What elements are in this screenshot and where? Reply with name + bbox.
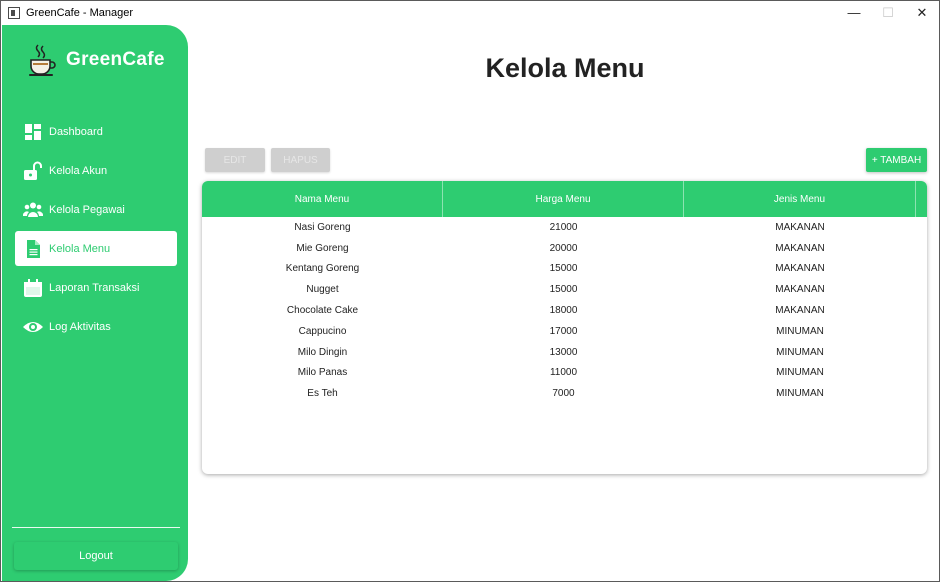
table-header: Nama Menu Harga Menu Jenis Menu xyxy=(202,181,927,217)
column-header-jenis-menu[interactable]: Jenis Menu xyxy=(684,181,916,217)
sidebar-item-dashboard[interactable]: Dashboard xyxy=(15,114,177,149)
table-row[interactable]: Cappucino 17000 MINUMAN xyxy=(202,321,927,342)
cell-harga-menu: 15000 xyxy=(549,284,578,296)
cell-jenis-menu: MAKANAN xyxy=(775,221,825,233)
cell-jenis-menu: MINUMAN xyxy=(776,346,824,358)
logout-button[interactable]: Logout xyxy=(14,542,178,570)
app-icon xyxy=(8,6,20,19)
cell-nama-menu: Chocolate Cake xyxy=(286,305,359,317)
column-header-nama-menu[interactable]: Nama Menu xyxy=(202,181,443,217)
brand-name: GreenCafe xyxy=(66,49,165,70)
cell-jenis-menu: MAKANAN xyxy=(775,284,825,296)
table-row[interactable]: Nugget 15000 MAKANAN xyxy=(202,279,927,300)
cell-nama-menu: Es Teh xyxy=(307,388,338,400)
minimize-button[interactable]: — xyxy=(837,1,871,24)
cell-nama-menu: Mie Goreng xyxy=(296,242,349,254)
sidebar-item-label: Dashboard xyxy=(49,125,103,138)
eye-icon xyxy=(23,317,43,337)
cell-harga-menu: 7000 xyxy=(552,388,575,400)
sidebar-item-laporan-transaksi[interactable]: Laporan Transaksi xyxy=(15,270,177,305)
cell-jenis-menu: MAKANAN xyxy=(775,305,825,317)
sidebar-item-kelola-pegawai[interactable]: Kelola Pegawai xyxy=(15,192,177,227)
sidebar-item-label: Kelola Akun xyxy=(49,164,108,177)
cell-harga-menu: 11000 xyxy=(549,367,578,379)
sidebar-item-label: Laporan Transaksi xyxy=(49,281,140,294)
table-row[interactable]: Nasi Goreng 21000 MAKANAN xyxy=(202,217,927,238)
cell-harga-menu: 20000 xyxy=(549,242,578,254)
cell-jenis-menu: MINUMAN xyxy=(776,325,824,337)
cell-harga-menu: 18000 xyxy=(549,305,578,317)
cell-jenis-menu: MINUMAN xyxy=(776,367,824,379)
sidebar-item-kelola-menu[interactable]: Kelola Menu xyxy=(15,231,177,266)
table-row[interactable]: Mie Goreng 20000 MAKANAN xyxy=(202,238,927,259)
dashboard-icon xyxy=(23,122,43,142)
add-button[interactable]: + TAMBAH xyxy=(866,148,927,172)
calendar-icon xyxy=(23,278,43,298)
document-icon xyxy=(23,239,43,259)
table-row[interactable]: Milo Panas 11000 MINUMAN xyxy=(202,363,927,384)
sidebar-nav: Dashboard Kelola Akun Kelola Pegawai Kel… xyxy=(15,114,177,348)
table-row[interactable]: Es Teh 7000 MINUMAN xyxy=(202,383,927,404)
sidebar-item-kelola-akun[interactable]: Kelola Akun xyxy=(15,153,177,188)
sidebar-divider xyxy=(12,527,180,528)
page-title: Kelola Menu xyxy=(485,53,645,83)
cell-harga-menu: 21000 xyxy=(549,221,578,233)
unlock-icon xyxy=(23,161,43,181)
sidebar-item-label: Kelola Menu xyxy=(49,242,111,255)
cell-nama-menu: Nugget xyxy=(306,284,339,296)
brand: GreenCafe xyxy=(26,43,165,77)
sidebar-item-log-aktivitas[interactable]: Log Aktivitas xyxy=(15,309,177,344)
sidebar-item-label: Log Aktivitas xyxy=(49,320,111,333)
window-controls: — ☐ ✕ xyxy=(837,1,939,24)
users-icon xyxy=(23,200,43,220)
table-row[interactable]: Kentang Goreng 15000 MAKANAN xyxy=(202,259,927,280)
cell-jenis-menu: MAKANAN xyxy=(775,263,825,275)
cell-nama-menu: Nasi Goreng xyxy=(294,221,351,233)
edit-button[interactable]: EDIT xyxy=(205,148,265,172)
delete-button[interactable]: HAPUS xyxy=(271,148,330,172)
sidebar: GreenCafe Dashboard Kelola Akun Kelola P… xyxy=(2,25,188,581)
cell-nama-menu: Cappucino xyxy=(298,325,347,337)
column-header-harga-menu[interactable]: Harga Menu xyxy=(443,181,684,217)
cell-nama-menu: Kentang Goreng xyxy=(285,263,360,275)
cell-harga-menu: 15000 xyxy=(549,263,578,275)
table-row[interactable]: Milo Dingin 13000 MINUMAN xyxy=(202,342,927,363)
cell-harga-menu: 17000 xyxy=(549,325,578,337)
window-title: GreenCafe - Manager xyxy=(26,6,133,19)
cell-nama-menu: Milo Panas xyxy=(297,367,348,379)
title-bar[interactable]: GreenCafe - Manager — ☐ ✕ xyxy=(1,1,939,24)
table-row[interactable]: Chocolate Cake 18000 MAKANAN xyxy=(202,300,927,321)
column-header-filler xyxy=(916,181,927,217)
maximize-button[interactable]: ☐ xyxy=(871,1,905,24)
table-body: Nasi Goreng 21000 MAKANAN Mie Goreng 20000 M… xyxy=(202,217,927,404)
app-window: GreenCafe - Manager — ☐ ✕ GreenCafe Dash… xyxy=(0,0,940,582)
menu-table[interactable]: Nama Menu Harga Menu Jenis Menu Nasi Gor… xyxy=(202,181,927,474)
close-button[interactable]: ✕ xyxy=(905,1,939,24)
cell-jenis-menu: MINUMAN xyxy=(776,388,824,400)
sidebar-item-label: Kelola Pegawai xyxy=(49,203,125,216)
cell-harga-menu: 13000 xyxy=(549,346,578,358)
cell-jenis-menu: MAKANAN xyxy=(775,242,825,254)
coffee-cup-icon xyxy=(26,43,58,77)
cell-nama-menu: Milo Dingin xyxy=(297,346,348,358)
